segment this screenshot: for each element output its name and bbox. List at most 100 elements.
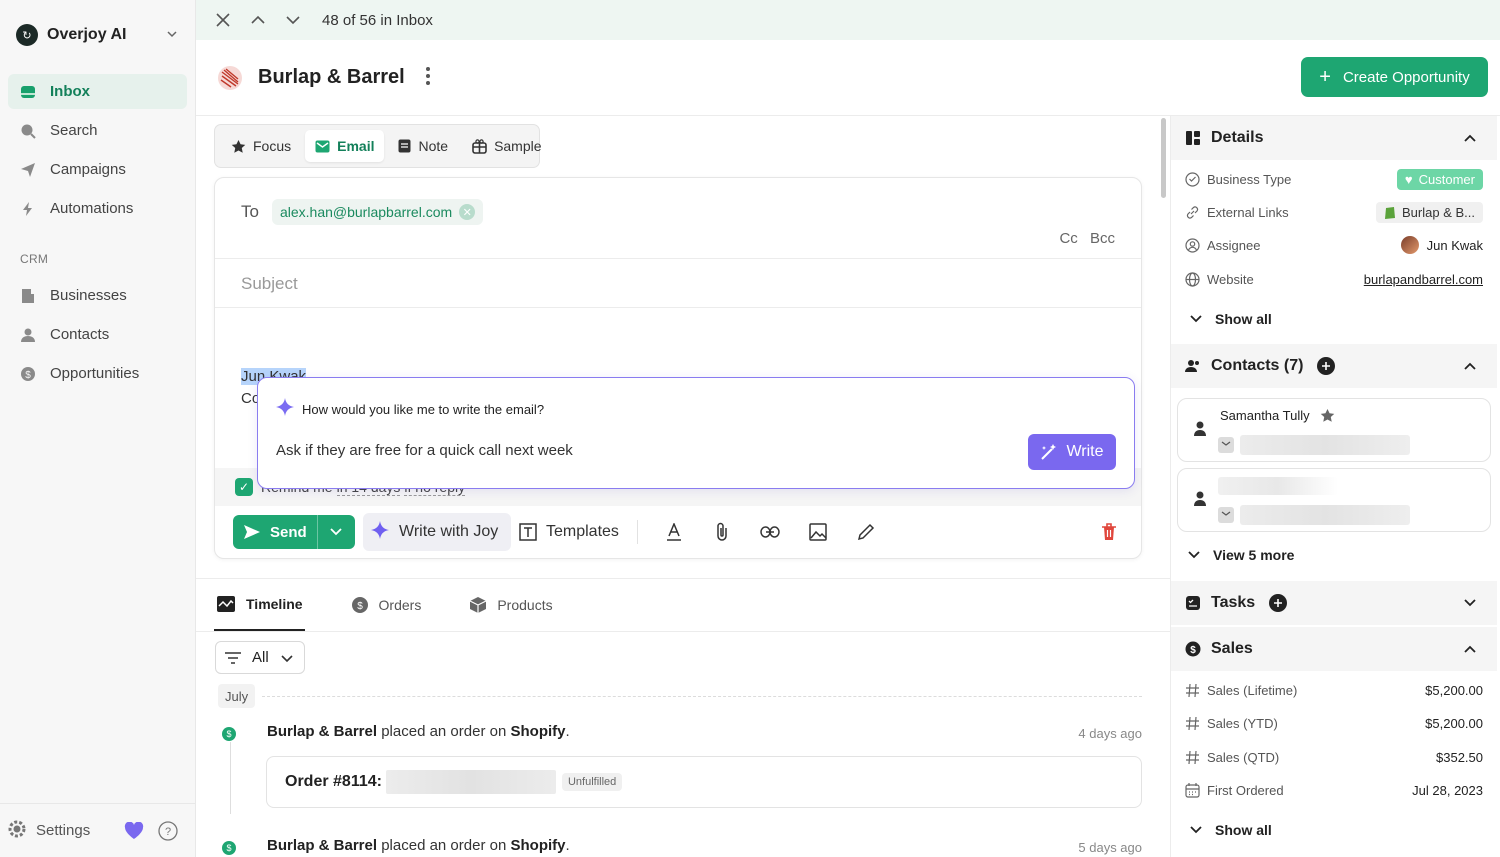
contact-email-row [1218, 435, 1410, 455]
add-contact-icon[interactable] [1317, 357, 1336, 375]
tab-focus[interactable]: Focus [221, 130, 301, 162]
heart-icon[interactable] [124, 821, 144, 840]
ai-write-popup: How would you like me to write the email… [257, 377, 1135, 489]
create-opportunity-button[interactable]: + Create Opportunity [1301, 57, 1488, 97]
globe-icon [1185, 271, 1200, 287]
tasks-header[interactable]: Tasks [1171, 581, 1497, 625]
send-button[interactable]: Send [233, 515, 355, 549]
sidebar-footer: Settings ? [0, 803, 196, 857]
reminder-checkbox[interactable]: ✓ [235, 478, 253, 496]
bcc-button[interactable]: Bcc [1090, 230, 1115, 247]
note-icon [398, 139, 411, 153]
customer-badge: ♥ Customer [1396, 168, 1483, 190]
attachment-icon[interactable] [710, 520, 734, 544]
contacts-view-more[interactable]: View 5 more [1187, 547, 1294, 563]
recipient-chip[interactable]: alex.han@burlapbarrel.com ✕ [271, 199, 484, 225]
sidebar-item-automations[interactable]: Automations [8, 191, 187, 226]
sparkle-icon [276, 398, 294, 421]
sales-label: Sales (QTD) [1207, 749, 1280, 765]
workspace-switcher[interactable]: ↻ Overjoy AI [0, 0, 195, 70]
event-text: Burlap & Barrel placed an order on Shopi… [267, 723, 570, 740]
write-with-joy-label: Write with Joy [399, 523, 499, 540]
order-card[interactable]: Order #8114: Unfulfilled [266, 756, 1142, 808]
business-type-value[interactable]: ♥ Customer [1396, 168, 1483, 190]
hash-icon [1185, 683, 1200, 698]
contacts-header[interactable]: Contacts (7) [1171, 344, 1497, 388]
trash-icon[interactable] [1097, 520, 1121, 544]
workspace-name: Overjoy AI [47, 26, 127, 43]
event-actor[interactable]: Burlap & Barrel [267, 837, 377, 854]
tab-timeline[interactable]: Timeline [214, 579, 305, 631]
redacted-order-details [385, 770, 556, 794]
assignee-value[interactable]: Jun Kwak [1400, 236, 1483, 254]
cc-button[interactable]: Cc [1059, 230, 1077, 247]
sidebar-item-inbox[interactable]: Inbox [8, 74, 187, 109]
sparkle-icon [371, 520, 389, 544]
sidebar-item-campaigns[interactable]: Campaigns [8, 152, 187, 187]
show-all-label: Show all [1215, 311, 1272, 327]
ai-write-button[interactable]: Write [1028, 434, 1116, 470]
ai-prompt-input[interactable]: Ask if they are free for a quick call ne… [276, 442, 573, 459]
timeline-icon [216, 595, 236, 613]
event-verb: placed an order on [377, 723, 511, 740]
link-icon[interactable] [758, 520, 782, 544]
settings-button[interactable]: Settings [8, 820, 124, 842]
event-platform: Shopify [510, 837, 566, 854]
tab-orders[interactable]: $ Orders [349, 579, 424, 631]
contact-card[interactable]: Samantha Tully [1177, 398, 1491, 462]
external-link-value[interactable]: Burlap & B... [1376, 201, 1483, 223]
remove-recipient-icon[interactable]: ✕ [459, 204, 476, 220]
image-icon[interactable] [806, 520, 830, 544]
svg-text:$: $ [357, 601, 363, 612]
tab-email[interactable]: Email [305, 130, 385, 162]
write-with-joy-button[interactable]: Write with Joy [363, 513, 511, 551]
more-options-icon[interactable] [425, 66, 431, 90]
details-header[interactable]: Details [1171, 116, 1497, 160]
chevron-up-icon[interactable] [1463, 359, 1477, 373]
month-label: July [218, 684, 256, 708]
sidebar-item-contacts[interactable]: Contacts [8, 317, 187, 352]
sidebar-item-businesses[interactable]: Businesses [8, 278, 187, 313]
sales-show-all[interactable]: Show all [1189, 822, 1272, 838]
details-show-all[interactable]: Show all [1189, 311, 1272, 327]
website-link[interactable]: burlapandbarrel.com [1364, 272, 1483, 287]
sidebar-item-opportunities[interactable]: $ Opportunities [8, 356, 187, 391]
chevron-up-icon[interactable] [1463, 642, 1477, 656]
help-icon[interactable]: ? [158, 820, 178, 841]
record-header: Burlap & Barrel + Create Opportunity [196, 40, 1500, 116]
tab-note[interactable]: Note [388, 130, 458, 162]
user-circle-icon [1185, 237, 1200, 253]
search-icon [20, 123, 36, 139]
detail-row-assignee: Assignee Jun Kwak [1185, 235, 1483, 255]
contact-card[interactable] [1177, 468, 1491, 532]
chevron-up-icon[interactable] [249, 11, 267, 29]
send-options-chevron-icon[interactable] [316, 515, 355, 549]
sidebar-item-search[interactable]: Search [8, 113, 187, 148]
star-icon[interactable] [1320, 408, 1335, 423]
pen-icon[interactable] [854, 520, 878, 544]
svg-text:?: ? [165, 826, 171, 838]
close-icon[interactable] [214, 11, 232, 29]
event-actor[interactable]: Burlap & Barrel [267, 723, 377, 740]
chevron-down-icon[interactable] [1463, 596, 1477, 610]
chevron-down-icon [1187, 548, 1201, 562]
cc-bcc: Cc Bcc [1051, 230, 1115, 247]
tab-sample[interactable]: Sample [462, 130, 551, 162]
send-main[interactable]: Send [233, 515, 317, 549]
link-icon [1185, 205, 1200, 220]
templates-button[interactable]: Templates [519, 523, 619, 541]
chevron-down-icon[interactable] [284, 11, 302, 29]
filter-value: All [252, 649, 269, 666]
assignee-name: Jun Kwak [1426, 237, 1483, 253]
text-format-icon[interactable] [662, 520, 686, 544]
sales-header[interactable]: $ Sales [1171, 627, 1497, 671]
tab-products[interactable]: Products [467, 579, 554, 631]
subject-input[interactable]: Subject [215, 258, 1141, 308]
create-opportunity-label: Create Opportunity [1342, 68, 1470, 86]
add-task-icon[interactable] [1269, 594, 1288, 612]
timeline-filter-dropdown[interactable]: All [215, 641, 305, 674]
chevron-up-icon[interactable] [1463, 131, 1477, 145]
person-icon [1194, 491, 1206, 507]
record-navigation-bar: 48 of 56 in Inbox [196, 0, 1500, 40]
sales-title: Sales [1211, 640, 1253, 657]
